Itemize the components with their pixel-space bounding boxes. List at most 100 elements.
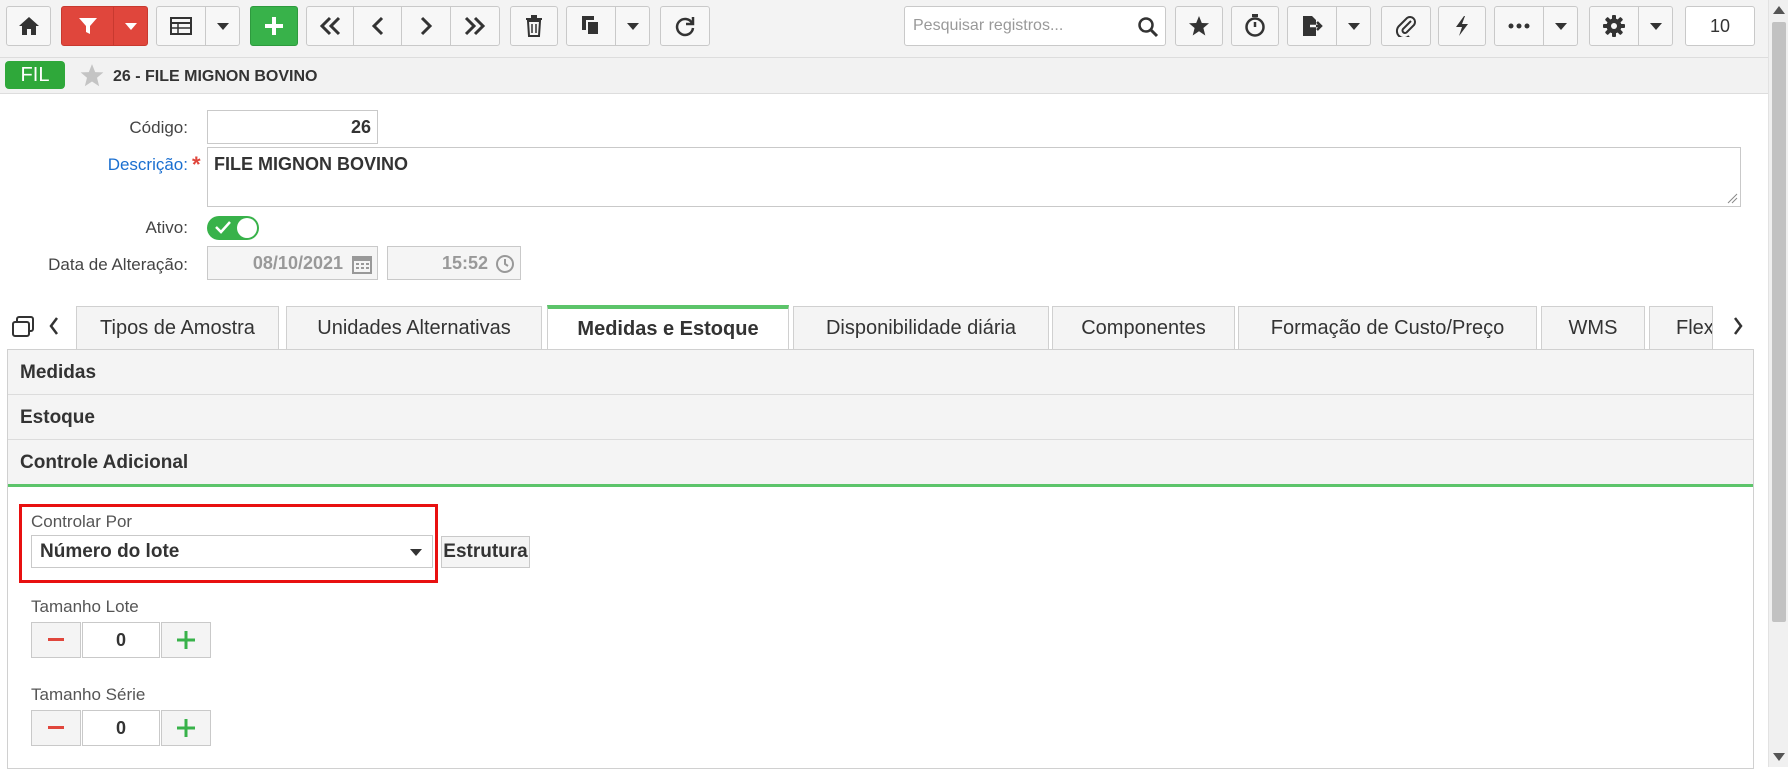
controlar-por-value: Número do lote xyxy=(40,541,180,562)
chevron-down-icon xyxy=(1554,22,1567,30)
descricao-field[interactable]: FILE MIGNON BOVINO xyxy=(207,147,1741,207)
copy-icon xyxy=(582,16,600,36)
section-medidas[interactable]: Medidas xyxy=(8,350,1753,395)
filter-button[interactable] xyxy=(61,6,114,46)
search-input[interactable] xyxy=(905,7,1133,45)
tabs-scroll-left-icon[interactable] xyxy=(48,316,60,336)
more-dropdown-button[interactable] xyxy=(1543,6,1578,46)
calendar-icon[interactable] xyxy=(352,254,372,274)
tab-wms[interactable]: WMS xyxy=(1541,306,1645,349)
estrutura-button[interactable]: Estrutura xyxy=(441,536,530,568)
record-title: 26 - FILE MIGNON BOVINO xyxy=(113,68,318,85)
add-button[interactable] xyxy=(250,6,298,46)
controlar-por-label: Controlar Por xyxy=(31,512,133,531)
section-controle-adicional[interactable]: Controle Adicional xyxy=(8,440,1753,487)
controlar-por-select[interactable]: Número do lote xyxy=(31,535,433,568)
favorite-button[interactable] xyxy=(1175,6,1223,46)
previous-record-button[interactable] xyxy=(353,6,402,46)
last-record-button[interactable] xyxy=(450,6,500,46)
refresh-button[interactable] xyxy=(660,6,710,46)
paperclip-icon xyxy=(1395,16,1416,37)
actions-button[interactable] xyxy=(1438,6,1486,46)
codigo-label: Código: xyxy=(129,118,188,137)
double-chevron-left-icon xyxy=(319,16,341,36)
chevron-down-icon xyxy=(410,549,422,556)
delete-button[interactable] xyxy=(510,6,558,46)
search-box xyxy=(904,6,1166,46)
chevron-down-icon xyxy=(626,22,639,30)
toolbar: 10 xyxy=(0,0,1768,57)
plus-icon xyxy=(265,17,283,35)
plus-icon xyxy=(177,631,195,649)
filter-dropdown-button[interactable] xyxy=(113,6,148,46)
ativo-toggle[interactable] xyxy=(207,216,259,240)
descricao-label: Descrição: xyxy=(107,155,188,174)
export-button[interactable] xyxy=(1287,6,1337,46)
tab-tipos-de-amostra[interactable]: Tipos de Amostra xyxy=(76,306,279,349)
favorite-star-icon[interactable] xyxy=(79,63,105,88)
duplicate-button[interactable] xyxy=(566,6,616,46)
tamanho-lote-label: Tamanho Lote xyxy=(31,597,139,616)
view-dropdown-button[interactable] xyxy=(205,6,240,46)
chevron-down-icon xyxy=(216,22,229,30)
timer-button[interactable] xyxy=(1231,6,1279,46)
search-icon[interactable] xyxy=(1137,16,1159,38)
tamanho-serie-label: Tamanho Série xyxy=(31,685,146,704)
chevron-down-icon xyxy=(1347,22,1360,30)
data-alteracao-field: 08/10/2021 xyxy=(207,246,378,280)
tab-flex[interactable]: Flex xyxy=(1649,306,1713,349)
tamanho-serie-increment-button[interactable] xyxy=(161,710,211,746)
duplicate-dropdown-button[interactable] xyxy=(615,6,650,46)
chevron-left-icon xyxy=(371,16,383,36)
trash-icon xyxy=(526,15,542,37)
scrollbar-thumb[interactable] xyxy=(1772,22,1786,622)
settings-button[interactable] xyxy=(1589,6,1639,46)
export-dropdown-button[interactable] xyxy=(1336,6,1371,46)
tamanho-serie-input[interactable]: 0 xyxy=(82,710,160,746)
page-size-field[interactable]: 10 xyxy=(1685,6,1755,46)
lightning-icon xyxy=(1456,16,1468,36)
tab-bar: Tipos de Amostra Unidades Alternativas M… xyxy=(0,300,1768,350)
data-alteracao-label: Data de Alteração: xyxy=(48,255,188,274)
vertical-scrollbar[interactable] xyxy=(1768,0,1788,767)
tab-medidas-e-estoque[interactable]: Medidas e Estoque xyxy=(547,305,789,350)
chevron-right-icon xyxy=(420,16,433,36)
tab-unidades-alternativas[interactable]: Unidades Alternativas xyxy=(286,306,542,349)
tab-disponibilidade-diaria[interactable]: Disponibilidade diária xyxy=(793,306,1049,349)
refresh-icon xyxy=(675,17,695,37)
hora-alteracao-field: 15:52 xyxy=(387,246,521,280)
tamanho-serie-decrement-button[interactable] xyxy=(31,710,81,746)
window-restore-icon[interactable] xyxy=(11,316,35,338)
tab-formacao-custo-preco[interactable]: Formação de Custo/Preço xyxy=(1238,306,1537,349)
chevron-down-icon xyxy=(124,22,137,30)
table-icon xyxy=(170,17,192,35)
grid-view-button[interactable] xyxy=(156,6,206,46)
tab-componentes[interactable]: Componentes xyxy=(1052,306,1235,349)
tabs-scroll-right-icon[interactable] xyxy=(1732,316,1744,336)
tamanho-lote-decrement-button[interactable] xyxy=(31,622,81,658)
clock-icon[interactable] xyxy=(495,254,515,274)
data-alteracao-value: 08/10/2021 xyxy=(252,253,343,273)
scroll-up-icon[interactable] xyxy=(1773,6,1785,14)
more-options-button[interactable] xyxy=(1494,6,1544,46)
toggle-knob xyxy=(237,218,257,238)
tamanho-lote-increment-button[interactable] xyxy=(161,622,211,658)
ellipsis-icon xyxy=(1508,23,1530,29)
stopwatch-icon xyxy=(1245,14,1265,37)
scroll-down-icon[interactable] xyxy=(1773,753,1785,761)
tamanho-lote-input[interactable]: 0 xyxy=(82,622,160,658)
attachments-button[interactable] xyxy=(1381,6,1431,46)
check-icon xyxy=(215,221,231,234)
settings-dropdown-button[interactable] xyxy=(1638,6,1673,46)
codigo-field[interactable]: 26 xyxy=(207,110,378,144)
hora-alteracao-value: 15:52 xyxy=(441,253,488,273)
star-icon xyxy=(1189,16,1209,36)
next-record-button[interactable] xyxy=(401,6,451,46)
section-estoque[interactable]: Estoque xyxy=(8,395,1753,440)
first-record-button[interactable] xyxy=(306,6,354,46)
home-icon xyxy=(18,17,39,35)
resize-handle-icon[interactable] xyxy=(1726,192,1738,204)
descricao-value: FILE MIGNON BOVINO xyxy=(214,154,409,174)
home-button[interactable] xyxy=(6,6,51,46)
double-chevron-right-icon xyxy=(464,16,486,36)
